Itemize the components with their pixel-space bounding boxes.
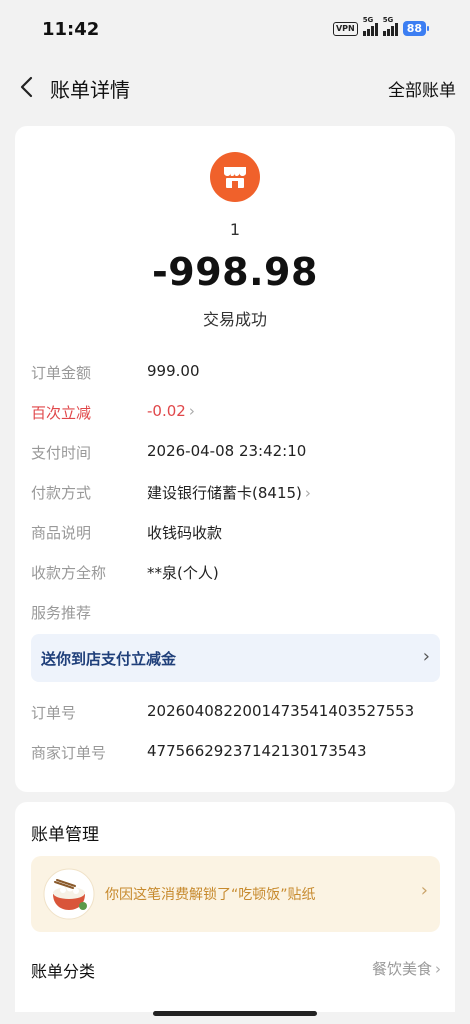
bill-detail-card: 1 -998.98 交易成功 订单金额 999.00 百次立减 -0.02 › 支… (15, 126, 455, 792)
promo-banner[interactable]: 送你到店支付立减金 › (31, 634, 440, 682)
order-no-row: 订单号 2026040822001473541403527553 (31, 700, 441, 726)
category-value: 餐饮美食 › (372, 958, 441, 979)
description-label: 商品说明 (31, 524, 92, 542)
pay-method-row[interactable]: 付款方式 建设银行储蓄卡(8415) › (31, 480, 441, 506)
status-bar: 11:42 VPN 5G 5G 88 (0, 0, 470, 60)
chevron-right-icon: › (188, 402, 195, 420)
bill-manage-card: 账单管理 你因这笔消费解锁了“吃顿饭”贴纸 › 账单分类 餐饮美食 › (15, 802, 455, 1012)
order-amount-value: 999.00 (147, 362, 200, 380)
payee-row: 收款方全称 **泉(个人) (31, 560, 441, 586)
vpn-icon: VPN (332, 21, 358, 36)
manage-title: 账单管理 (31, 825, 99, 845)
service-row: 服务推荐 (31, 600, 441, 626)
promo-text: 送你到店支付立减金 (41, 650, 177, 668)
category-text: 餐饮美食 (371, 960, 432, 978)
signal-label: 5G (382, 15, 394, 24)
description-value: 收钱码收款 (147, 524, 223, 542)
transaction-amount: -998.98 (152, 250, 318, 294)
pay-time-row: 支付时间 2026-04-08 23:42:10 (31, 440, 441, 466)
sticker-banner[interactable]: 你因这笔消费解锁了“吃顿饭”贴纸 › (31, 856, 440, 932)
discount-row[interactable]: 百次立减 -0.02 › (31, 400, 441, 426)
pay-method-value: 建设银行储蓄卡(8415) › (147, 482, 311, 503)
signal-icon: 5G (382, 16, 398, 36)
signal-icon: 5G (362, 16, 378, 36)
category-row[interactable]: 账单分类 餐饮美食 › (31, 954, 441, 984)
discount-value: -0.02 › (147, 402, 195, 420)
back-button[interactable] (14, 72, 40, 102)
status-indicators: VPN 5G 5G 88 (332, 16, 430, 36)
order-no-label: 订单号 (31, 704, 77, 722)
pay-time-value: 2026-04-08 23:42:10 (147, 442, 307, 460)
all-bills-link[interactable]: 全部账单 (388, 76, 456, 101)
home-indicator[interactable] (153, 1011, 317, 1016)
description-row: 商品说明 收钱码收款 (31, 520, 441, 546)
payee-label: 收款方全称 (31, 564, 107, 582)
sticker-text: 你因这笔消费解锁了“吃顿饭”贴纸 (105, 887, 316, 903)
rice-bowl-sticker-icon (43, 868, 95, 920)
category-label: 账单分类 (31, 962, 96, 981)
chevron-right-icon: › (304, 484, 311, 502)
discount-amount: -0.02 (147, 402, 186, 420)
order-no-value[interactable]: 2026040822001473541403527553 (147, 702, 414, 720)
merchant-order-no-row: 商家订单号 4775662923714213017354​3 (31, 740, 441, 766)
merchant-order-no-label: 商家订单号 (31, 744, 107, 762)
status-time: 11:42 (42, 19, 100, 40)
order-amount-row: 订单金额 999.00 (31, 360, 441, 386)
battery-icon: 88 (402, 21, 430, 36)
merchant-order-no-value[interactable]: 4775662923714213017354​3 (147, 742, 367, 760)
chevron-right-icon: › (422, 646, 430, 667)
chevron-right-icon: › (420, 880, 428, 901)
pay-method-label: 付款方式 (31, 484, 92, 502)
discount-label: 百次立减 (31, 404, 92, 422)
page-title: 账单详情 (50, 78, 130, 102)
pay-time-label: 支付时间 (31, 444, 92, 462)
service-label: 服务推荐 (31, 604, 92, 622)
payee-value: **泉(个人) (147, 564, 219, 582)
pay-method-text: 建设银行储蓄卡(8415) (147, 484, 302, 502)
chevron-left-icon (20, 76, 33, 98)
transaction-status: 交易成功 (202, 310, 267, 329)
order-amount-label: 订单金额 (31, 364, 92, 382)
merchant-name: 1 (229, 220, 241, 239)
nav-bar: 账单详情 全部账单 (0, 60, 470, 116)
shop-icon (210, 152, 260, 202)
chevron-right-icon: › (435, 960, 441, 978)
signal-label: 5G (362, 15, 374, 24)
